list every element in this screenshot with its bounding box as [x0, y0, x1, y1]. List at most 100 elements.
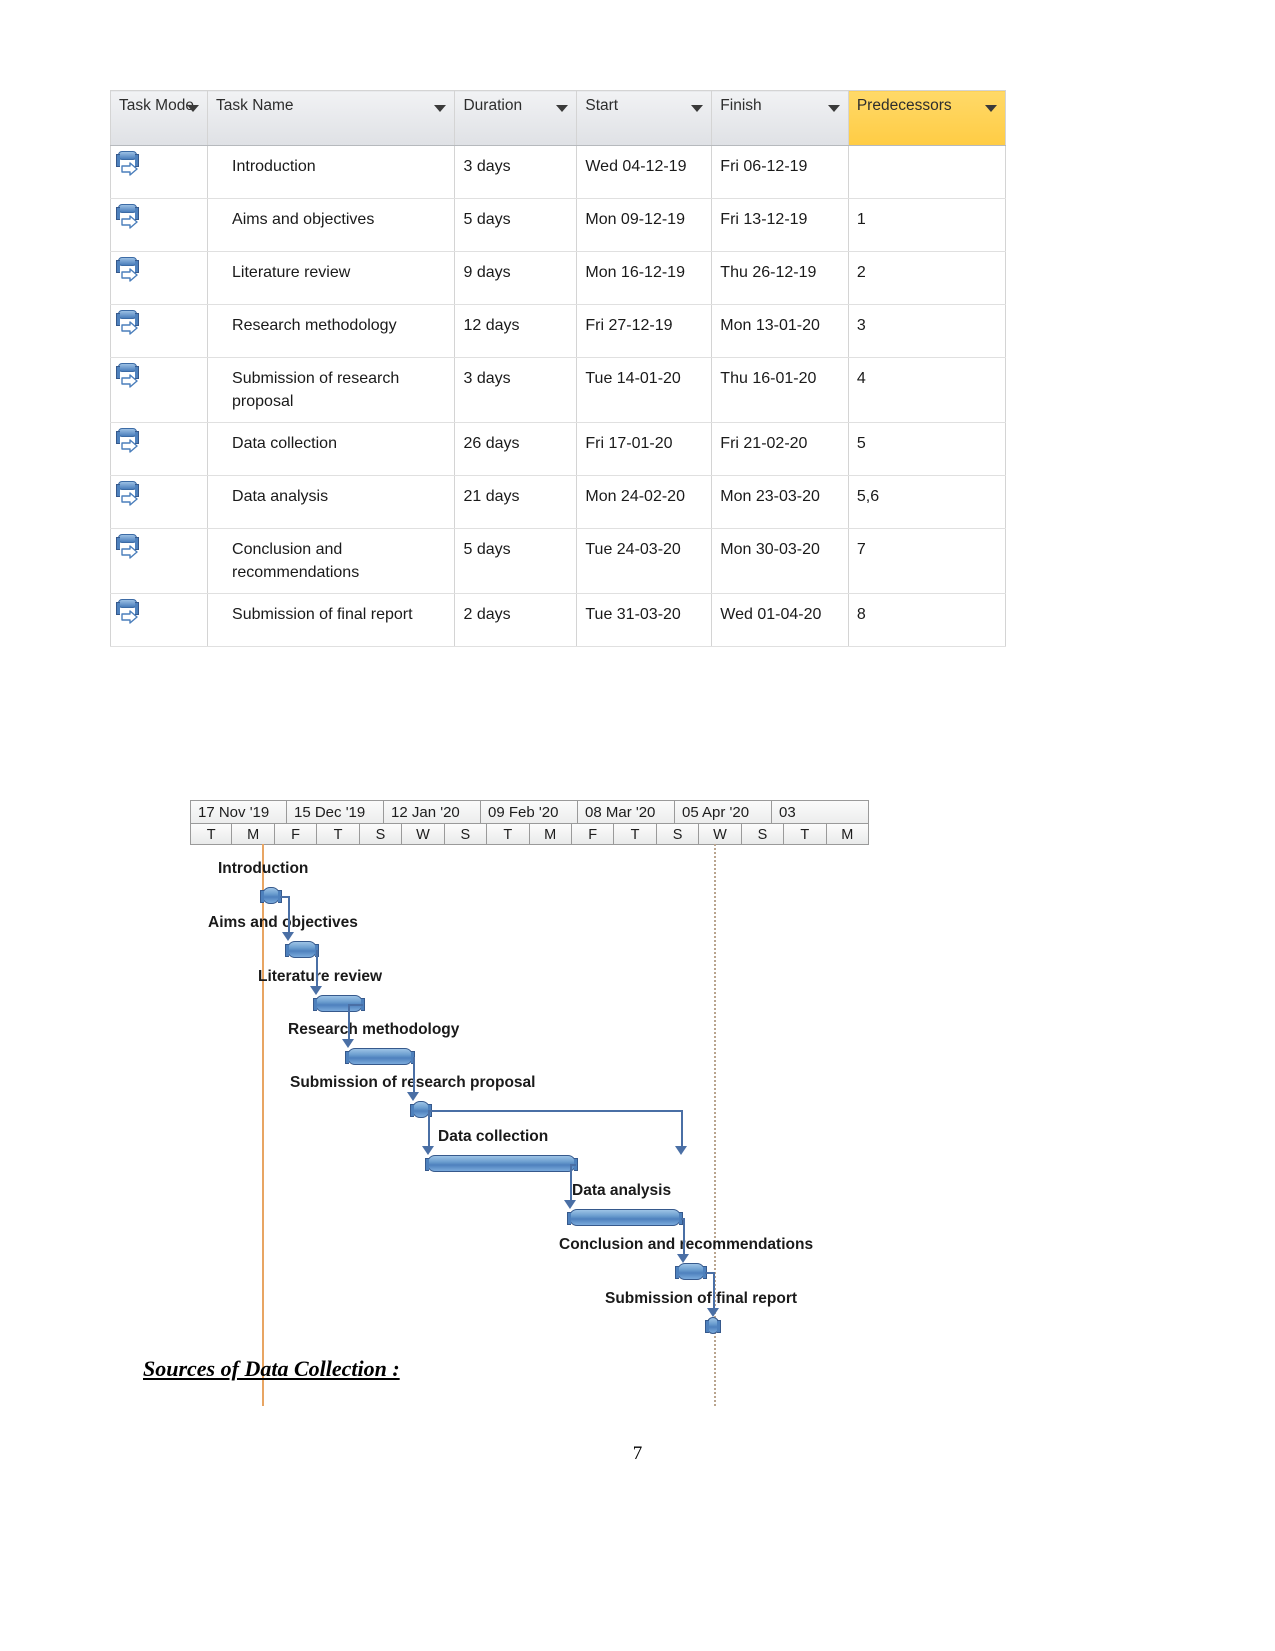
gantt-bar-label: Research methodology [288, 1021, 460, 1038]
chevron-down-icon-duration[interactable] [556, 105, 569, 112]
cell-task-name[interactable]: Data analysis [207, 475, 456, 529]
column-header-task-mode[interactable]: Task Mode [109, 90, 209, 146]
timeline-month-cell: 12 Jan '20 [384, 800, 481, 823]
cell-start[interactable]: Tue 14-01-20 [576, 357, 713, 423]
cell-predecessors[interactable]: 7 [847, 528, 1007, 594]
cell-finish[interactable]: Mon 23-03-20 [711, 475, 849, 529]
dependency-link [348, 1004, 350, 1040]
page-number: 7 [632, 1443, 643, 1464]
cell-start[interactable]: Wed 04-12-19 [576, 145, 713, 199]
cell-finish[interactable]: Thu 16-01-20 [711, 357, 849, 423]
chevron-down-icon-start[interactable] [691, 105, 704, 112]
table-row[interactable]: Literature review 9 days Mon 16-12-19 Thu 2… [109, 251, 1007, 305]
dependency-arrow-icon [422, 1146, 434, 1155]
cell-duration[interactable]: 2 days [454, 593, 578, 647]
table-row[interactable]: Submission of final report 2 days Tue 31-0… [109, 593, 1007, 647]
table-row[interactable]: Introduction 3 days Wed 04-12-19 Fri 06-12-… [109, 145, 1007, 199]
cell-predecessors[interactable]: 2 [847, 251, 1007, 305]
dependency-link [681, 1110, 683, 1147]
cell-finish[interactable]: Fri 06-12-19 [711, 145, 849, 199]
cell-finish[interactable]: Fri 13-12-19 [711, 198, 849, 252]
cell-finish[interactable]: Mon 30-03-20 [711, 528, 849, 594]
cell-finish[interactable]: Mon 13-01-20 [711, 304, 849, 358]
cell-duration[interactable]: 21 days [454, 475, 578, 529]
gantt-bar[interactable] [260, 887, 282, 904]
column-header-predecessors[interactable]: Predecessors [847, 90, 1007, 146]
gantt-bar-label: Submission of final report [605, 1290, 798, 1307]
table-row[interactable]: Research methodology 12 days Fri 27-12-19 M… [109, 304, 1007, 358]
table-row[interactable]: Submission of research proposal 3 days Tue… [109, 357, 1007, 423]
cell-finish[interactable]: Thu 26-12-19 [711, 251, 849, 305]
column-header-duration[interactable]: Duration [454, 90, 578, 146]
cell-task-mode[interactable] [109, 422, 209, 476]
cell-duration[interactable]: 3 days [454, 357, 578, 423]
cell-task-name[interactable]: Literature review [207, 251, 456, 305]
cell-task-mode[interactable] [109, 304, 209, 358]
timeline-day-cell: T [190, 823, 233, 845]
gantt-bar[interactable] [345, 1048, 415, 1065]
gantt-bar[interactable] [285, 941, 319, 958]
gantt-bar[interactable] [567, 1209, 683, 1226]
table-row[interactable]: Conclusion and recommendations 5 days Tue … [109, 528, 1007, 594]
cell-predecessors[interactable]: 1 [847, 198, 1007, 252]
table-row[interactable]: Data collection 26 days Fri 17-01-20 Fri 21… [109, 422, 1007, 476]
dependency-link [683, 1218, 685, 1255]
cell-predecessors[interactable]: 5,6 [847, 475, 1007, 529]
chevron-down-icon-predecessors[interactable] [985, 105, 997, 112]
gantt-plot-area[interactable]: Introduction Aims and objectives Literatur… [190, 844, 869, 1406]
gantt-bar[interactable] [705, 1317, 721, 1334]
column-header-task-name[interactable]: Task Name [207, 90, 456, 146]
cell-predecessors[interactable]: 3 [847, 304, 1007, 358]
cell-task-mode[interactable] [109, 251, 209, 305]
cell-task-name[interactable]: Conclusion and recommendations [207, 528, 456, 594]
cell-start[interactable]: Tue 24-03-20 [576, 528, 713, 594]
cell-predecessors[interactable]: 4 [847, 357, 1007, 423]
column-header-start[interactable]: Start [576, 90, 713, 146]
dependency-arrow-icon [407, 1092, 419, 1101]
column-header-finish[interactable]: Finish [711, 90, 849, 146]
cell-finish[interactable]: Fri 21-02-20 [711, 422, 849, 476]
dependency-arrow-icon [707, 1308, 719, 1317]
cell-task-name[interactable]: Research methodology [207, 304, 456, 358]
cell-duration[interactable]: 26 days [454, 422, 578, 476]
cell-task-name[interactable]: Data collection [207, 422, 456, 476]
table-row[interactable]: Aims and objectives 5 days Mon 09-12-19 Fri… [109, 198, 1007, 252]
cell-start[interactable]: Tue 31-03-20 [576, 593, 713, 647]
cell-duration[interactable]: 3 days [454, 145, 578, 199]
cell-task-name[interactable]: Submission of final report [207, 593, 456, 647]
cell-finish[interactable]: Wed 01-04-20 [711, 593, 849, 647]
cell-predecessors[interactable] [847, 145, 1007, 199]
cell-duration[interactable]: 12 days [454, 304, 578, 358]
cell-start[interactable]: Mon 24-02-20 [576, 475, 713, 529]
timeline-day-cell: F [274, 823, 318, 845]
cell-task-name[interactable]: Introduction [207, 145, 456, 199]
cell-task-mode[interactable] [109, 593, 209, 647]
project-task-table[interactable]: Task Mode Task Name Duration Start Finis… [109, 90, 1007, 647]
cell-start[interactable]: Mon 09-12-19 [576, 198, 713, 252]
chevron-down-icon-task-mode[interactable] [187, 105, 200, 112]
cell-start[interactable]: Fri 17-01-20 [576, 422, 713, 476]
cell-task-mode[interactable] [109, 145, 209, 199]
timeline-day-cell: M [232, 823, 275, 845]
cell-predecessors[interactable]: 5 [847, 422, 1007, 476]
cell-start[interactable]: Mon 16-12-19 [576, 251, 713, 305]
cell-duration[interactable]: 9 days [454, 251, 578, 305]
gantt-bar[interactable] [675, 1263, 707, 1280]
dependency-link [288, 896, 290, 933]
cell-duration[interactable]: 5 days [454, 198, 578, 252]
cell-duration[interactable]: 5 days [454, 528, 578, 594]
cell-task-mode[interactable] [109, 475, 209, 529]
cell-task-name[interactable]: Submission of research proposal [207, 357, 456, 423]
cell-task-mode[interactable] [109, 198, 209, 252]
dependency-arrow-icon [310, 986, 322, 995]
cell-task-mode[interactable] [109, 357, 209, 423]
table-row[interactable]: Data analysis 21 days Mon 24-02-20 Mon 23-0… [109, 475, 1007, 529]
gantt-chart[interactable]: 17 Nov '19 15 Dec '19 12 Jan '20 09 Feb '20… [190, 800, 869, 1406]
chevron-down-icon-task-name[interactable] [434, 105, 447, 112]
chevron-down-icon-finish[interactable] [827, 105, 840, 112]
cell-predecessors[interactable]: 8 [847, 593, 1007, 647]
gantt-bar[interactable] [425, 1155, 578, 1172]
cell-task-name[interactable]: Aims and objectives [207, 198, 456, 252]
cell-start[interactable]: Fri 27-12-19 [576, 304, 713, 358]
cell-task-mode[interactable] [109, 528, 209, 594]
